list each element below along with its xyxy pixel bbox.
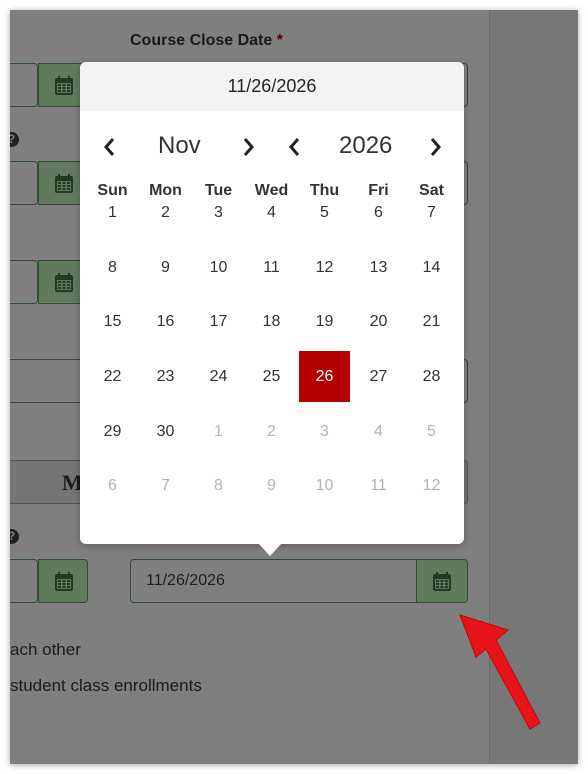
calendar-day[interactable]: 2 — [140, 187, 191, 238]
calendar-day-other-month[interactable]: 1 — [193, 406, 244, 457]
calendar-icon — [55, 572, 73, 591]
calendar-day[interactable]: 1 — [87, 187, 138, 238]
calendar-day[interactable]: 5 — [299, 187, 350, 238]
calendar-day[interactable]: 8 — [87, 242, 138, 293]
year-label[interactable]: 2026 — [339, 132, 392, 162]
option-text-2: student class enrollments — [10, 676, 202, 695]
date-field-2[interactable] — [10, 161, 38, 205]
calendar-icon — [55, 174, 73, 193]
calendar-day[interactable]: 6 — [353, 187, 404, 238]
calendar-icon — [433, 572, 451, 591]
calendar-day[interactable]: 29 — [87, 406, 138, 457]
calendar-day[interactable]: 14 — [406, 242, 457, 293]
calendar-day[interactable]: 3 — [193, 187, 244, 238]
calendar-day-other-month[interactable]: 7 — [140, 460, 191, 511]
calendar-day[interactable]: 9 — [140, 242, 191, 293]
datepicker-selected-date: 11/26/2026 — [80, 62, 464, 111]
required-mark: * — [276, 32, 283, 49]
calendar-day[interactable]: 21 — [406, 296, 457, 347]
datepicker-popup: 11/26/2026 Nov 2026 Sun Mon Tue Wed Thu Fri Sa… — [80, 62, 464, 544]
question-circle-icon: ? — [10, 132, 19, 147]
calendar-day[interactable]: 19 — [299, 296, 350, 347]
calendar-day-selected[interactable]: 26 — [299, 351, 350, 402]
date-field-3[interactable] — [10, 260, 38, 304]
chevron-left-icon[interactable] — [100, 135, 120, 159]
chevron-right-icon[interactable] — [238, 135, 258, 159]
calendar-day-other-month[interactable]: 5 — [406, 406, 457, 457]
calendar-day-other-month[interactable]: 9 — [246, 460, 297, 511]
calendar-day-other-month[interactable]: 8 — [193, 460, 244, 511]
course-close-date-input[interactable]: 11/26/2026 — [130, 559, 418, 603]
calendar-day-other-month[interactable]: 11 — [353, 460, 404, 511]
calendar-day-other-month[interactable]: 10 — [299, 460, 350, 511]
calendar-day[interactable]: 11 — [246, 242, 297, 293]
question-circle-icon: ? — [10, 529, 19, 544]
calendar-day[interactable]: 4 — [246, 187, 297, 238]
date-field-6[interactable] — [10, 559, 38, 603]
chevron-left-icon[interactable] — [285, 135, 305, 159]
calendar-day-other-month[interactable]: 12 — [406, 460, 457, 511]
calendar-day[interactable]: 28 — [406, 351, 457, 402]
course-close-date-calendar-button[interactable] — [416, 559, 468, 603]
red-arrow-icon — [459, 614, 541, 730]
calendar-day[interactable]: 30 — [140, 406, 191, 457]
calendar-day[interactable]: 7 — [406, 187, 457, 238]
chevron-right-icon[interactable] — [425, 135, 445, 159]
calendar-day[interactable]: 25 — [246, 351, 297, 402]
calendar-day[interactable]: 24 — [193, 351, 244, 402]
close-date-label: Course Close Date * — [130, 32, 283, 50]
calendar-day-other-month[interactable]: 2 — [246, 406, 297, 457]
calendar-day-other-month[interactable]: 6 — [87, 460, 138, 511]
calendar-icon — [55, 273, 73, 292]
calendar-day[interactable]: 13 — [353, 242, 404, 293]
calendar-button-6[interactable] — [38, 559, 88, 603]
calendar-day[interactable]: 17 — [193, 296, 244, 347]
calendar-day[interactable]: 16 — [140, 296, 191, 347]
calendar-day-other-month[interactable]: 3 — [299, 406, 350, 457]
calendar-day[interactable]: 20 — [353, 296, 404, 347]
option-text-1: ach other — [10, 640, 81, 659]
calendar-day[interactable]: 22 — [87, 351, 138, 402]
calendar-day[interactable]: 18 — [246, 296, 297, 347]
popup-caret — [258, 543, 282, 556]
date-field-1[interactable] — [10, 63, 38, 107]
calendar-icon — [55, 76, 73, 95]
calendar-day[interactable]: 12 — [299, 242, 350, 293]
calendar-day[interactable]: 15 — [87, 296, 138, 347]
close-date-label-text: Course Close Date — [130, 32, 273, 49]
calendar-day[interactable]: 23 — [140, 351, 191, 402]
course-close-date-value: 11/26/2026 — [146, 572, 225, 589]
calendar-day[interactable]: 10 — [193, 242, 244, 293]
month-label[interactable]: Nov — [158, 132, 201, 162]
calendar-day[interactable]: 27 — [353, 351, 404, 402]
calendar-day-other-month[interactable]: 4 — [353, 406, 404, 457]
